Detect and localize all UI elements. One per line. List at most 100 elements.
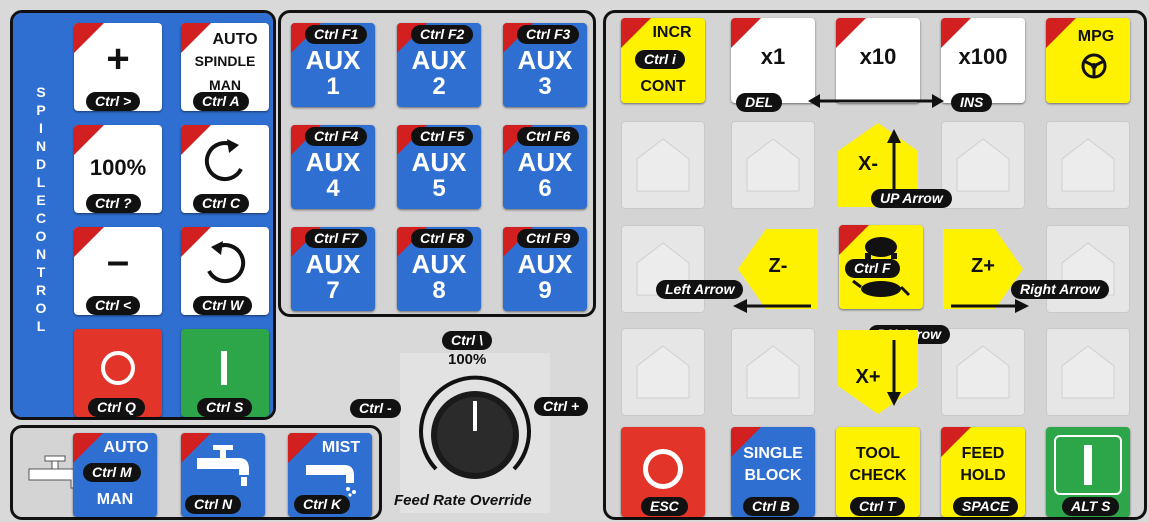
- z-minus-label: Z-: [768, 255, 788, 277]
- aux-number: 2: [432, 73, 446, 100]
- shortcut-label: Ctrl F6: [517, 127, 580, 146]
- shortcut-label: Ctrl F7: [305, 229, 368, 248]
- jog-rate-toggle-button[interactable]: Ctrl F: [839, 225, 923, 309]
- shortcut-label: Ctrl B: [743, 497, 800, 516]
- shortcut-label: Ctrl A: [193, 92, 249, 111]
- aux-1-button[interactable]: Ctrl F1 AUX 1: [291, 23, 375, 107]
- aux-number: 3: [538, 73, 552, 100]
- mpg-label: MPG: [1077, 28, 1115, 45]
- feed-decrease-shortcut: Ctrl -: [350, 399, 401, 418]
- blank-jog-key: [1046, 121, 1130, 209]
- man-label: MAN: [96, 491, 134, 508]
- shortcut-label: Ctrl Q: [88, 398, 145, 417]
- shortcut-label: Ctrl F1: [305, 25, 368, 44]
- aux-number: 6: [538, 175, 552, 202]
- block-label: BLOCK: [744, 467, 802, 484]
- coolant-auto-man-button[interactable]: AUTO Ctrl M MAN: [73, 433, 157, 517]
- spindle-increase-button[interactable]: + Ctrl >: [74, 23, 162, 111]
- aux-7-button[interactable]: Ctrl F7 AUX 7: [291, 227, 375, 311]
- blank-jog-key: [731, 121, 815, 209]
- aux-5-button[interactable]: Ctrl F5 AUX 5: [397, 125, 481, 209]
- spindle-control-vertical-label: SPINDLE CONTROL: [35, 84, 47, 334]
- blank-jog-key: [621, 328, 705, 416]
- aux-label: AUX: [411, 147, 467, 177]
- tool-check-button[interactable]: TOOL CHECK Ctrl T: [836, 427, 920, 517]
- jog-x1-button[interactable]: x1: [731, 18, 815, 103]
- spindle-stop-button[interactable]: Ctrl Q: [74, 329, 162, 417]
- aux-2-button[interactable]: Ctrl F2 AUX 2: [397, 23, 481, 107]
- aux-label: AUX: [305, 45, 361, 75]
- spindle-label: SPINDLE: [194, 53, 256, 69]
- feed-rate-override: Ctrl \ 100% Ctrl - Ctrl + Feed Rate Over…: [350, 325, 600, 515]
- aux-number: 4: [326, 175, 340, 202]
- plus-icon: +: [106, 37, 130, 81]
- spindle-decrease-button[interactable]: – Ctrl <: [74, 227, 162, 315]
- spindle-start-button[interactable]: Ctrl S: [181, 329, 269, 417]
- jog-x-plus-button[interactable]: X+: [836, 328, 920, 416]
- aux-number: 9: [538, 277, 552, 304]
- aux-label: AUX: [305, 249, 361, 279]
- aux-3-button[interactable]: Ctrl F3 AUX 3: [503, 23, 587, 107]
- cycle-start-button[interactable]: ALT S: [1046, 427, 1130, 517]
- circle-stop-icon: [643, 449, 683, 489]
- x-minus-label: X-: [858, 153, 878, 175]
- x1-label: x1: [760, 44, 786, 69]
- coolant-flood-button[interactable]: Ctrl N: [181, 433, 265, 517]
- blank-jog-key: [1046, 225, 1130, 313]
- auto-label: AUTO: [103, 439, 149, 456]
- blank-key-emboss: [1061, 345, 1115, 399]
- aux-9-button[interactable]: Ctrl F9 AUX 9: [503, 227, 587, 311]
- shortcut-label: Ctrl F: [845, 259, 900, 278]
- shortcut-label: ALT S: [1062, 497, 1120, 516]
- aux-8-button[interactable]: Ctrl F8 AUX 8: [397, 227, 481, 311]
- x100-label: x100: [958, 44, 1008, 69]
- check-label: CHECK: [849, 467, 907, 484]
- left-arrow-icon: [733, 299, 811, 313]
- flood-faucet-icon: [197, 445, 249, 486]
- cycle-stop-esc-button[interactable]: ESC: [621, 427, 705, 517]
- aux-number: 7: [326, 277, 340, 304]
- feed-rate-override-caption: Feed Rate Override: [394, 492, 532, 509]
- shortcut-label: Ctrl F3: [517, 25, 580, 44]
- spindle-100-percent-button[interactable]: 100% Ctrl ?: [74, 125, 162, 213]
- jog-panel: INCR Ctrl i CONT x1 x10 x100 MPG DEL INS…: [603, 10, 1147, 520]
- feed-hold-button[interactable]: FEED HOLD SPACE: [941, 427, 1025, 517]
- feed-reset-shortcut: Ctrl \: [442, 331, 492, 350]
- shortcut-label: Ctrl N: [185, 495, 242, 514]
- shortcut-label: Ctrl F5: [411, 127, 474, 146]
- incr-cont-button[interactable]: INCR Ctrl i CONT: [621, 18, 705, 103]
- blank-key-emboss: [746, 345, 800, 399]
- spindle-auto-man-button[interactable]: AUTO SPINDLE MAN Ctrl A: [181, 23, 269, 111]
- spindle-counterclockwise-button[interactable]: Ctrl W: [181, 227, 269, 315]
- blank-key-emboss: [956, 138, 1010, 192]
- mpg-button[interactable]: MPG: [1046, 18, 1130, 103]
- red-corner-marker: [74, 125, 104, 155]
- single-block-button[interactable]: SINGLE BLOCK Ctrl B: [731, 427, 815, 517]
- coolant-panel: AUTO Ctrl M MAN Ctrl N MIST Ctrl K: [10, 425, 382, 520]
- minus-icon: –: [106, 239, 130, 283]
- incr-label: INCR: [652, 24, 692, 41]
- feed-override-knob[interactable]: [416, 373, 534, 491]
- jog-x100-button[interactable]: x100: [941, 18, 1025, 103]
- up-arrow-icon: [887, 129, 901, 197]
- z-plus-label: Z+: [971, 255, 995, 277]
- blank-jog-key: [621, 225, 705, 313]
- shortcut-label: Ctrl K: [294, 495, 351, 514]
- blank-key-emboss: [1061, 138, 1115, 192]
- shortcut-label: SPACE: [953, 497, 1019, 516]
- shortcut-label: Ctrl W: [193, 296, 253, 315]
- aux-6-button[interactable]: Ctrl F6 AUX 6: [503, 125, 587, 209]
- blank-jog-key: [1046, 328, 1130, 416]
- aux-4-button[interactable]: Ctrl F4 AUX 4: [291, 125, 375, 209]
- shortcut-label: Ctrl <: [86, 296, 141, 315]
- rotate-clockwise-icon: [204, 139, 243, 182]
- spindle-clockwise-button[interactable]: Ctrl C: [181, 125, 269, 213]
- shortcut-label: Ctrl S: [197, 398, 253, 417]
- ins-shortcut: INS: [951, 93, 993, 112]
- shortcut-label: Ctrl M: [83, 463, 141, 482]
- x-plus-label: X+: [855, 366, 881, 388]
- shortcut-label: Ctrl ?: [86, 194, 141, 213]
- shortcut-label: Ctrl F9: [517, 229, 580, 248]
- single-label: SINGLE: [743, 445, 803, 462]
- shortcut-label: Ctrl F2: [411, 25, 474, 44]
